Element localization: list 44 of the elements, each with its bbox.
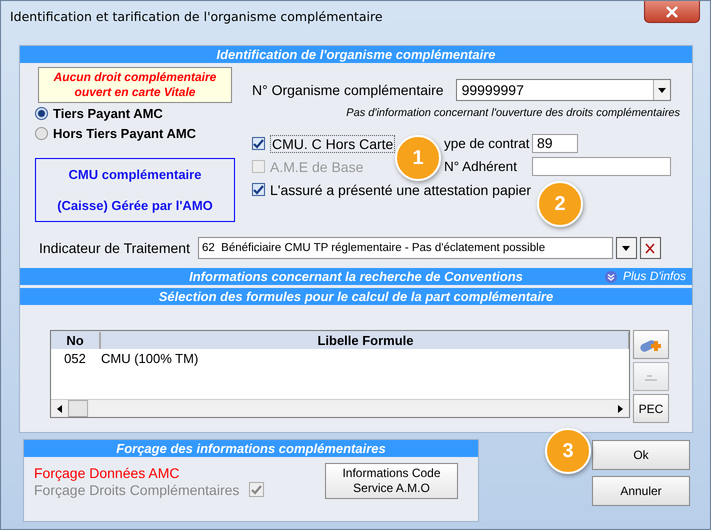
- window-title: Identification et tarification de l'organisme complémentaire: [9, 8, 383, 24]
- column-header: No: [51, 332, 100, 348]
- expand-icon[interactable]: [605, 270, 618, 282]
- field-label: N° Adhérent: [444, 159, 518, 174]
- field-label: Indicateur de Traitement: [39, 240, 190, 256]
- section-header: Sélection des formules pour le calcul de la part complémentaire: [20, 288, 692, 305]
- scroll-left-icon[interactable]: [57, 404, 62, 412]
- info-note: Pas d'information concernant l'ouverture des droits complémentaires: [345, 107, 681, 119]
- section-header: Informations concernant la recherche de Conventions: [189, 268, 523, 285]
- close-button[interactable]: [644, 1, 700, 23]
- cmu-label: (Caisse) Gérée par l'AMO: [57, 198, 213, 213]
- dropdown-button[interactable]: [616, 237, 637, 259]
- forcing-label: Forçage Données AMC: [34, 464, 181, 480]
- service-code-button[interactable]: Informations Code Service A.M.O: [325, 463, 458, 499]
- clear-button[interactable]: [640, 237, 661, 259]
- close-icon: [665, 6, 679, 18]
- warning-label: Aucun droit complémentaire ouvert en carte Vitale: [38, 67, 232, 103]
- table-row[interactable]: 052 CMU (100% TM): [51, 349, 629, 367]
- treatment-field[interactable]: 62 Bénéficiaire CMU TP réglementaire - Pas d'éclatement possible: [198, 237, 613, 259]
- cmu-label: CMU complémentaire: [68, 167, 202, 182]
- check-icon: [253, 138, 264, 148]
- radio-option[interactable]: Tiers Payant AMC: [35, 103, 240, 123]
- section-header: Identification de l'organisme complémentaire: [20, 46, 692, 63]
- check-icon: [251, 484, 262, 494]
- check-icon: [253, 184, 264, 194]
- radio-option[interactable]: Hors Tiers Payant AMC: [35, 123, 240, 143]
- column-header: Libelle Formule: [100, 332, 629, 348]
- callout-badge: 3: [545, 428, 591, 474]
- horizontal-scrollbar[interactable]: [51, 399, 629, 417]
- pec-button[interactable]: PEC: [633, 394, 669, 423]
- adherent-field[interactable]: [532, 157, 671, 176]
- clear-icon: [645, 242, 656, 254]
- contract-type-field[interactable]: 89: [532, 134, 578, 153]
- dropdown-arrow-icon: [622, 246, 630, 250]
- field-label: N° Organisme complémentaire: [252, 82, 444, 98]
- section-header: Forçage des informations complémentaires: [24, 440, 478, 457]
- dropdown-arrow-icon: [658, 88, 666, 92]
- cancel-button[interactable]: Annuler: [592, 476, 690, 506]
- scroll-thumb[interactable]: [68, 400, 88, 417]
- field-label: ype de contrat: [444, 136, 531, 151]
- ok-button[interactable]: Ok: [592, 440, 690, 470]
- organisme-dropdown[interactable]: 99999997: [456, 79, 671, 101]
- add-formula-button[interactable]: [633, 330, 669, 359]
- scroll-right-icon[interactable]: [618, 404, 623, 412]
